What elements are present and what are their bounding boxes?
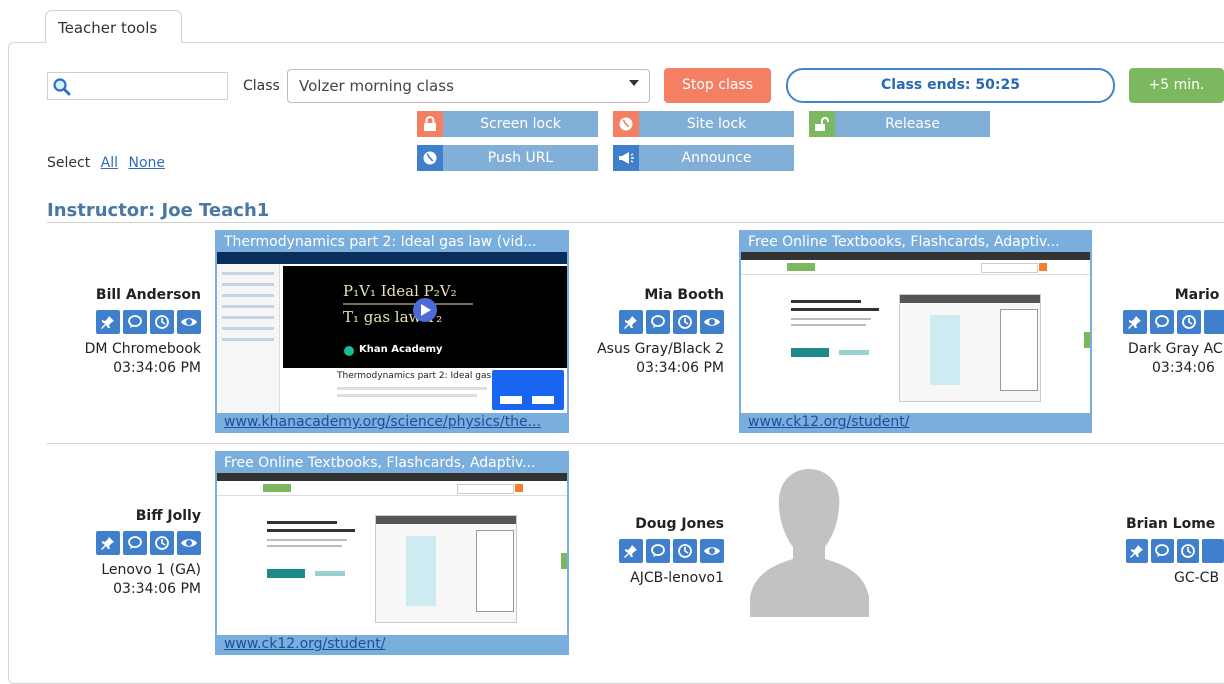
clock-icon[interactable] — [150, 310, 174, 334]
announce-label: Announce — [681, 150, 752, 166]
lock-icon — [417, 111, 443, 137]
thumbnail-url-link[interactable]: www.khanacademy.org/science/physics/the.… — [217, 413, 567, 431]
message-icon[interactable] — [1150, 310, 1174, 334]
student-name: Bill Anderson — [95, 287, 201, 303]
student-name: Biff Jolly — [135, 508, 201, 524]
last-seen-time: 03:34:06 PM — [113, 581, 201, 597]
select-all-link[interactable]: All — [101, 155, 118, 171]
pin-icon[interactable] — [1123, 310, 1147, 334]
device-name: Dark Gray AC — [1128, 341, 1223, 357]
eye-icon[interactable] — [700, 539, 724, 563]
pin-icon[interactable] — [619, 310, 643, 334]
screen-preview — [217, 473, 567, 635]
pin-icon[interactable] — [96, 531, 120, 555]
svg-text:P₁V₁ Ideal P₂V₂: P₁V₁ Ideal P₂V₂ — [343, 282, 457, 300]
screen-preview — [741, 252, 1090, 413]
last-seen-time: 03:34:06 — [1152, 360, 1215, 376]
screen-preview: P₁V₁ Ideal P₂V₂ T₁ gas law T₂ Khan Acade… — [217, 252, 567, 413]
screen-lock-button[interactable]: Screen lock — [417, 111, 598, 137]
khan-academy-logo: Khan Academy — [359, 344, 443, 355]
stop-class-button[interactable]: Stop class — [664, 68, 771, 103]
chevron-down-icon — [629, 80, 639, 86]
globe-icon — [613, 111, 639, 137]
select-row: Select All None — [47, 155, 165, 171]
select-label: Select — [47, 155, 91, 171]
device-name: Lenovo 1 (GA) — [101, 562, 201, 578]
screen-lock-label: Screen lock — [480, 116, 561, 132]
push-url-button[interactable]: Push URL — [417, 145, 598, 171]
globe-icon — [417, 145, 443, 171]
release-button[interactable]: Release — [809, 111, 990, 137]
instructor-heading: Instructor: Joe Teach1 — [47, 200, 270, 221]
message-icon[interactable] — [646, 539, 670, 563]
class-ends-timer: Class ends: 50:25 — [786, 68, 1115, 103]
student-card[interactable]: Bill Anderson DM Chromebook 03:34:06 PM — [41, 287, 201, 378]
search-icon — [53, 78, 71, 96]
message-icon[interactable] — [123, 310, 147, 334]
pin-icon[interactable] — [1126, 539, 1149, 563]
eye-icon[interactable] — [177, 310, 201, 334]
pin-icon[interactable] — [96, 310, 120, 334]
student-name: Brian Lome — [1126, 516, 1216, 532]
video-heading: Thermodynamics part 2: Ideal gas law — [337, 371, 510, 381]
thumbnail-title: Free Online Textbooks, Flashcards, Adapt… — [217, 453, 567, 473]
last-seen-time: 03:34:06 PM — [636, 360, 724, 376]
clock-icon[interactable] — [1177, 310, 1201, 334]
announce-button[interactable]: Announce — [613, 145, 794, 171]
clock-icon[interactable] — [150, 531, 174, 555]
unlock-icon — [809, 111, 835, 137]
video-player: P₁V₁ Ideal P₂V₂ T₁ gas law T₂ Khan Acade… — [283, 266, 567, 368]
search-input[interactable] — [47, 72, 228, 100]
device-name: GC-CB — [1174, 570, 1220, 586]
screen-thumbnail[interactable]: Free Online Textbooks, Flashcards, Adapt… — [739, 230, 1092, 433]
eye-icon[interactable] — [1204, 310, 1224, 334]
student-name: Doug Jones — [635, 516, 724, 532]
student-card[interactable]: Doug Jones AJCB-lenovo1 — [544, 516, 724, 588]
last-seen-time: 03:34:06 PM — [113, 360, 201, 376]
message-icon[interactable] — [1151, 539, 1174, 563]
thumbnail-url-link[interactable]: www.ck12.org/student/ — [741, 413, 1090, 431]
eye-icon[interactable] — [177, 531, 201, 555]
eye-icon[interactable] — [1201, 539, 1224, 563]
push-url-label: Push URL — [487, 150, 554, 166]
device-name: Asus Gray/Black 2 — [597, 341, 724, 357]
tab-teacher-tools[interactable]: Teacher tools — [45, 10, 182, 43]
screen-thumbnail[interactable]: Free Online Textbooks, Flashcards, Adapt… — [215, 451, 569, 655]
message-icon[interactable] — [646, 310, 670, 334]
device-name: AJCB-lenovo1 — [630, 570, 724, 586]
release-label: Release — [885, 116, 940, 132]
class-select-value: Volzer morning class — [299, 77, 454, 95]
eye-icon[interactable] — [700, 310, 724, 334]
student-card[interactable]: Mario Gom Dark Gray AC 03:34:06 — [1120, 287, 1224, 378]
thumbnail-url-link[interactable]: www.ck12.org/student/ — [217, 635, 567, 653]
pin-icon[interactable] — [619, 539, 643, 563]
screen-thumbnail[interactable]: Thermodynamics part 2: Ideal gas law (vi… — [215, 230, 569, 433]
thumbnail-title: Thermodynamics part 2: Ideal gas law (vi… — [217, 232, 567, 252]
clock-icon[interactable] — [1176, 539, 1199, 563]
class-select[interactable]: Volzer morning class — [287, 69, 650, 103]
student-name: Mario Gom — [1174, 287, 1224, 303]
thumbnail-title: Free Online Textbooks, Flashcards, Adapt… — [741, 232, 1090, 252]
divider — [47, 222, 1224, 223]
message-icon[interactable] — [123, 531, 147, 555]
site-lock-button[interactable]: Site lock — [613, 111, 794, 137]
device-name: DM Chromebook — [84, 341, 201, 357]
student-card[interactable]: Biff Jolly Lenovo 1 (GA) 03:34:06 PM — [41, 508, 201, 599]
divider — [47, 443, 1224, 444]
class-label: Class — [243, 78, 280, 94]
avatar-placeholder — [750, 469, 869, 617]
clock-icon[interactable] — [673, 310, 697, 334]
student-card[interactable]: Brian Lome GC-CB — [1126, 516, 1224, 588]
site-lock-label: Site lock — [686, 116, 747, 132]
megaphone-icon — [613, 145, 639, 171]
clock-icon[interactable] — [673, 539, 697, 563]
student-card[interactable]: Mia Booth Asus Gray/Black 2 03:34:06 PM — [544, 287, 724, 378]
student-name: Mia Booth — [644, 287, 724, 303]
add-5-min-button[interactable]: +5 min. — [1129, 68, 1224, 103]
select-none-link[interactable]: None — [128, 155, 165, 171]
